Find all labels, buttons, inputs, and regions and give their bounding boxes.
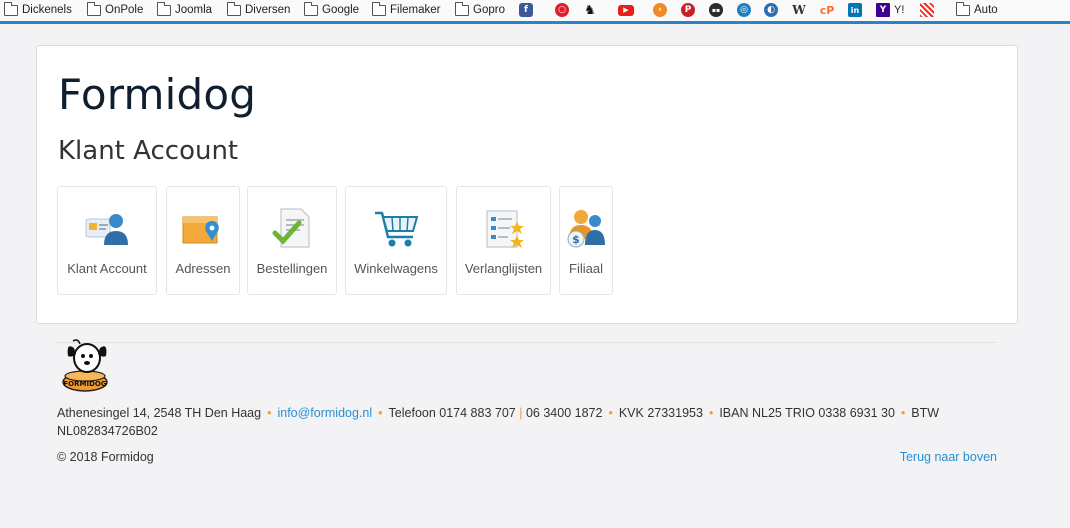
folder-icon [455,1,469,16]
tile-label: Adressen [175,261,231,276]
blue-sphere-icon: ◐ [764,3,778,17]
bookmark-folder-diversen[interactable]: Diversen [227,1,290,18]
footer-address: Athenesingel 14, 2548 TH Den Haag [57,406,262,420]
bookmark-folder-auto[interactable]: Auto [956,1,998,18]
folder-icon [87,1,101,16]
wikipedia-icon: W [792,3,806,17]
bookmarks-bar: Dickenels OnPole Joomla Diversen Google … [0,0,1070,21]
bookmark-folder-onpole[interactable]: OnPole [87,1,143,18]
bookmark-facebook[interactable]: f [519,2,533,18]
bookmark-dog[interactable]: ♞ [583,2,597,18]
folder-icon [227,1,241,16]
address-box-icon [182,216,219,244]
map-pin-icon: ◎ [737,3,751,17]
svg-text:$: $ [572,233,580,246]
bookmark-target[interactable]: ○ [555,2,569,18]
tile-klant-account[interactable]: Klant Account [57,186,157,295]
bookmark-wikipedia[interactable]: W [792,2,806,18]
bookmark-cpanel[interactable]: cP [819,2,835,18]
bookmark-badge[interactable]: ▪▪ [709,2,723,18]
tile-winkelwagens[interactable]: Winkelwagens [345,186,447,295]
tile-label: Filiaal [569,261,603,276]
yahoo-icon: Y [876,3,890,17]
formidog-logo[interactable]: FORMIDOG [60,336,110,394]
youtube-icon: ▶ [618,4,634,16]
bookmark-folder-google[interactable]: Google [304,1,359,18]
bookmark-sphere[interactable]: ◐ [764,2,778,18]
tile-label: Bestellingen [256,261,328,276]
bookmark-folder-dickenels[interactable]: Dickenels [4,1,72,18]
footer-email-link[interactable]: info@formidog.nl [277,406,372,420]
cpanel-icon: cP [819,3,835,17]
bookmark-folder-filemaker[interactable]: Filemaker [372,1,440,18]
folder-icon [372,1,386,16]
site-title[interactable]: Formidog [58,70,256,119]
dog-icon: ♞ [584,2,596,18]
bookmark-youtube[interactable]: ▶ [618,2,634,18]
facebook-icon: f [519,3,533,17]
footer-copyright: © 2018 Formidog [57,450,154,464]
tile-adressen[interactable]: Adressen [166,186,240,295]
top-accent-rule [0,21,1070,24]
dot-separator: • [608,406,613,420]
dot-separator: • [708,406,714,420]
phone-separator: | [519,406,523,420]
tile-verlanglijsten[interactable]: Verlanglijsten [456,186,551,295]
tile-bestellingen[interactable]: Bestellingen [247,186,337,295]
round-badge-icon: ▪▪ [709,3,723,17]
bookmark-yahoo[interactable]: Y Y! [876,2,904,18]
folder-icon [956,1,970,16]
orange-circle-icon: › [653,3,667,17]
bookmark-orange[interactable]: › [653,2,667,18]
footer-divider [57,342,997,343]
shopping-cart-icon [375,211,419,247]
dot-separator: • [267,406,272,420]
pinterest-icon: P [681,3,695,17]
target-icon: ○ [555,3,569,17]
back-to-top-link[interactable]: Terug naar boven [900,450,997,464]
bookmark-linkedin[interactable]: in [848,2,862,18]
tile-label: Winkelwagens [354,261,438,276]
footer-phone: Telefoon 0174 883 707 [388,406,516,420]
footer-iban: IBAN NL25 TRIO 0338 6931 30 [719,406,895,420]
folder-icon [304,1,318,16]
user-card-icon [85,214,128,245]
bookmark-folder-joomla[interactable]: Joomla [157,1,212,18]
page-title: Klant Account [58,136,239,166]
linkedin-icon: in [848,3,862,17]
account-card: Formidog Klant Account Klant Account Adr… [36,45,1018,324]
bookmark-map[interactable]: ◎ [737,2,751,18]
footer-contact-info: Athenesingel 14, 2548 TH Den Haag • info@f… [57,404,1007,440]
bookmark-striped[interactable] [920,2,934,18]
tile-label: Verlanglijsten [464,261,543,276]
bookmark-pinterest[interactable]: P [681,2,695,18]
dot-separator: • [378,406,383,420]
tile-filiaal[interactable]: $ Filiaal [559,186,613,295]
logo-text: FORMIDOG [63,380,106,388]
footer-mobile: 06 3400 1872 [525,406,603,420]
orders-document-icon [272,208,310,248]
folder-icon [157,1,171,16]
wishlist-icon [486,210,524,248]
footer-kvk: KVK 27331953 [618,406,703,420]
dot-separator: • [900,406,906,420]
tile-label: Klant Account [67,261,147,276]
folder-icon [4,1,18,16]
striped-flag-icon [920,3,934,17]
affiliate-icon: $ [567,210,605,248]
bookmark-folder-gopro[interactable]: Gopro [455,1,505,18]
